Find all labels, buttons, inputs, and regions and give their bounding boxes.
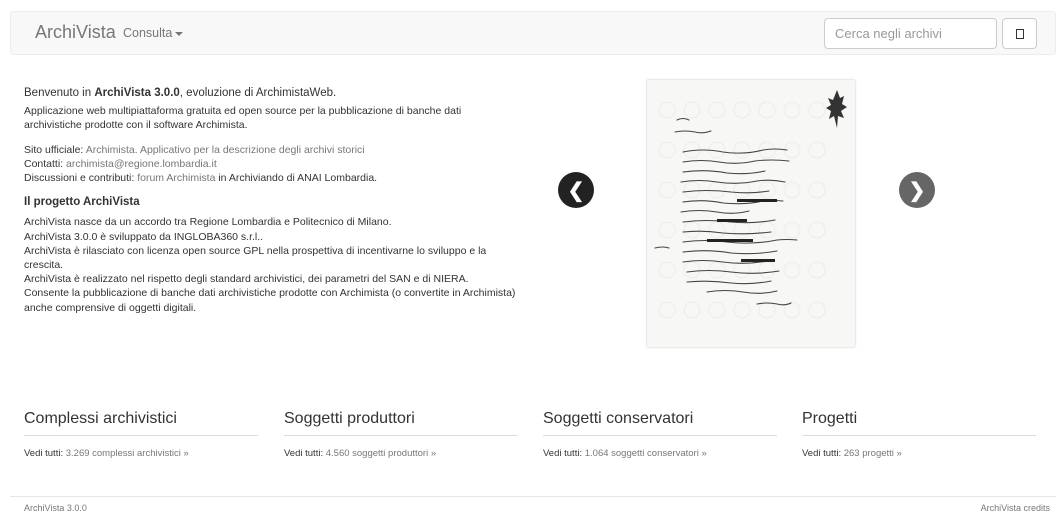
manuscript-image: [647, 80, 855, 347]
section-title: Complessi archivistici: [24, 410, 258, 436]
chevron-left-icon: ❮: [567, 179, 585, 202]
section-view-all: Vedi tutti: 1.064 soggetti conservatori …: [543, 448, 777, 459]
project-line: ArchiVista 3.0.0 è sviluppato da INGLOBA…: [24, 230, 264, 243]
view-all-label: Vedi tutti:: [802, 448, 842, 459]
welcome-app-name: ArchiVista 3.0.0: [94, 87, 180, 99]
consulta-label: Consulta: [123, 26, 173, 40]
view-all-progetti-link[interactable]: 263 progetti »: [844, 448, 902, 459]
project-line: ArchiVista nasce da un accordo tra Regio…: [24, 216, 392, 229]
search-button[interactable]: [1002, 18, 1037, 49]
caret-down-icon: [175, 31, 184, 36]
section-title: Soggetti conservatori: [543, 410, 777, 436]
forum-link[interactable]: forum Archimista: [137, 172, 215, 184]
brand-logo[interactable]: ArchiVista: [35, 22, 116, 43]
view-all-conservatori-link[interactable]: 1.064 soggetti conservatori »: [585, 448, 707, 459]
carousel-prev-button[interactable]: ❮: [558, 172, 594, 208]
view-all-label: Vedi tutti:: [284, 448, 324, 459]
site-label: Sito ufficiale:: [24, 143, 84, 156]
search-icon: [1016, 29, 1024, 39]
chevron-right-icon: ❯: [908, 179, 926, 202]
discussion-suffix: in Archiviando di ANAI Lombardia.: [218, 172, 378, 185]
image-carousel: ❮ ❯: [555, 75, 945, 355]
discussion-label: Discussioni e contributi:: [24, 172, 135, 185]
view-all-label: Vedi tutti:: [543, 448, 583, 459]
project-line: ArchiVista è rilasciato con licenza open…: [24, 244, 487, 272]
section-soggetti-produttori: Soggetti produttori Vedi tutti: 4.560 so…: [284, 410, 518, 459]
app-description: Applicazione web multipiattaforma gratui…: [24, 105, 462, 132]
section-view-all: Vedi tutti: 3.269 complessi archivistici…: [24, 448, 258, 459]
section-complessi: Complessi archivistici Vedi tutti: 3.269…: [24, 410, 258, 459]
section-progetti: Progetti Vedi tutti: 263 progetti »: [802, 410, 1036, 459]
site-link[interactable]: Archimista. Applicativo per la descrizio…: [86, 144, 365, 156]
view-all-complessi-link[interactable]: 3.269 complessi archivistici »: [66, 448, 189, 459]
section-title: Soggetti produttori: [284, 410, 518, 436]
footer-version: ArchiVista 3.0.0: [24, 503, 87, 511]
search-input[interactable]: [824, 18, 997, 49]
carousel-document-image: [647, 80, 855, 347]
section-view-all: Vedi tutti: 4.560 soggetti produttori »: [284, 448, 518, 459]
project-heading: Il progetto ArchiVista: [24, 196, 140, 209]
welcome-text: Benvenuto in ArchiVista 3.0.0, evoluzion…: [24, 86, 518, 100]
intro-panel: Benvenuto in ArchiVista 3.0.0, evoluzion…: [24, 86, 518, 315]
section-title: Progetti: [802, 410, 1036, 436]
project-line: Consente la pubblicazione di banche dati…: [24, 287, 516, 314]
consulta-dropdown[interactable]: Consulta: [123, 26, 184, 40]
welcome-suffix: , evoluzione di ArchimistaWeb.: [179, 87, 337, 99]
navbar: ArchiVista Consulta: [10, 11, 1056, 55]
contacts-email-link[interactable]: archimista@regione.lombardia.it: [66, 158, 217, 170]
footer-divider: [10, 496, 1056, 497]
project-description: ArchiVista nasce da un accordo tra Regio…: [24, 215, 518, 314]
section-soggetti-conservatori: Soggetti conservatori Vedi tutti: 1.064 …: [543, 410, 777, 459]
footer-credits-link[interactable]: ArchiVista credits: [981, 503, 1050, 511]
welcome-prefix: Benvenuto in: [24, 87, 95, 99]
carousel-next-button[interactable]: ❯: [899, 172, 935, 208]
contacts-label: Contatti:: [24, 157, 64, 170]
section-view-all: Vedi tutti: 263 progetti »: [802, 448, 1036, 459]
project-line: ArchiVista è realizzato nel rispetto deg…: [24, 273, 469, 286]
view-all-produttori-link[interactable]: 4.560 soggetti produttori »: [326, 448, 436, 459]
view-all-label: Vedi tutti:: [24, 448, 64, 459]
